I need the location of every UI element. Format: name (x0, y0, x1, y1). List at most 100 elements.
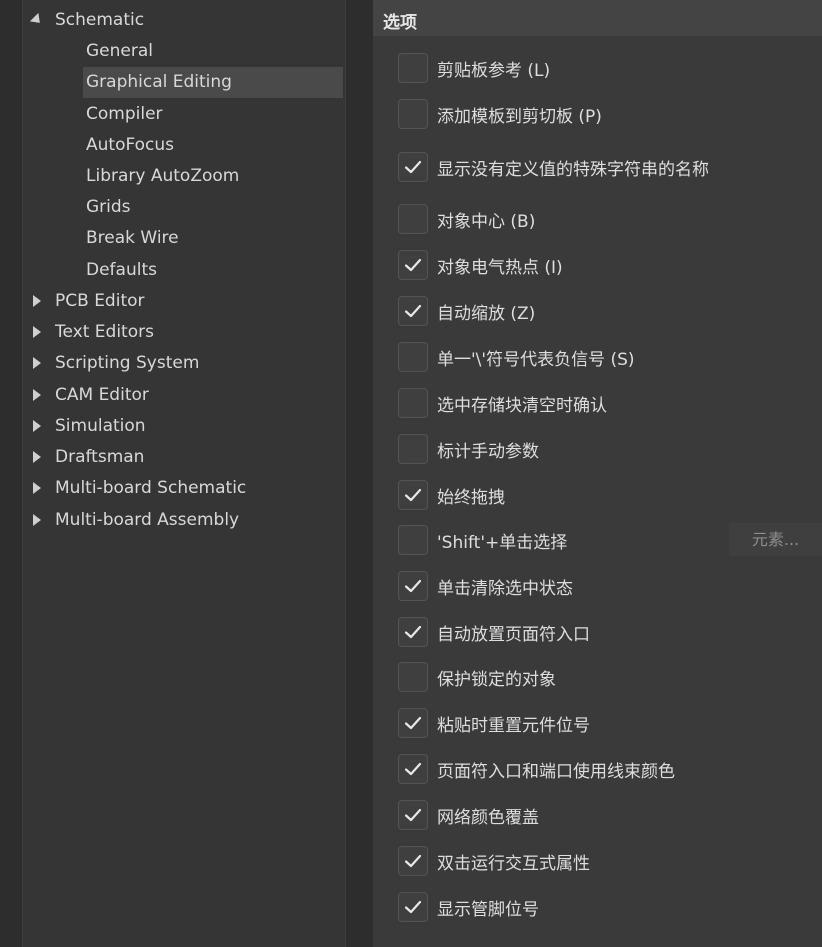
tree-item-label: Compiler (86, 104, 163, 124)
checkmark-icon (404, 579, 422, 593)
checkmark-icon (404, 258, 422, 272)
option-row[interactable]: 单击清除选中状态 (398, 569, 573, 603)
checkbox-checked[interactable] (398, 892, 428, 922)
option-label: 自动放置页面符入口 (437, 624, 590, 645)
option-label: 粘贴时重置元件位号 (437, 715, 590, 736)
tree-item-label: General (86, 41, 153, 61)
checkbox-unchecked[interactable] (398, 342, 428, 372)
checkmark-icon (404, 808, 422, 822)
checkbox-checked[interactable] (398, 800, 428, 830)
collapse-arrow-icon[interactable] (29, 7, 45, 33)
checkbox-unchecked[interactable] (398, 53, 428, 83)
checkbox-checked[interactable] (398, 617, 428, 647)
checkmark-icon (404, 488, 422, 502)
option-row[interactable]: 单一'\'符号代表负信号 (S) (398, 340, 635, 374)
option-label: 'Shift'+单击选择 (437, 532, 568, 553)
option-label: 单一'\'符号代表负信号 (S) (437, 349, 635, 370)
checkbox-unchecked[interactable] (398, 434, 428, 464)
preferences-tree: Schematic General Graphical Editing Comp… (23, 0, 345, 947)
checkmark-icon (404, 854, 422, 868)
tree-item-general[interactable]: General (83, 38, 343, 64)
option-row[interactable]: 添加模板到剪切板 (P) (398, 97, 602, 131)
option-row[interactable]: 网络颜色覆盖 (398, 798, 539, 832)
option-row[interactable]: 粘贴时重置元件位号 (398, 706, 590, 740)
option-label: 保护锁定的对象 (437, 669, 556, 690)
expand-arrow-icon[interactable] (30, 382, 44, 408)
option-row[interactable]: 对象中心 (B) (398, 202, 535, 236)
option-row[interactable]: 显示管脚位号 (398, 890, 539, 924)
option-row[interactable]: 显示没有定义值的特殊字符串的名称 (398, 150, 709, 184)
option-label: 剪贴板参考 (L) (437, 60, 551, 81)
tree-item-scripting-system[interactable]: Scripting System (30, 350, 345, 376)
expand-arrow-icon[interactable] (30, 475, 44, 501)
tree-item-library-autozoom[interactable]: Library AutoZoom (83, 163, 343, 189)
tree-item-compiler[interactable]: Compiler (83, 101, 343, 127)
checkbox-checked[interactable] (398, 571, 428, 601)
option-row[interactable]: 标计手动参数 (398, 432, 539, 466)
tree-item-graphical-editing[interactable]: Graphical Editing (83, 67, 343, 98)
checkbox-unchecked[interactable] (398, 525, 428, 555)
expand-arrow-icon[interactable] (30, 507, 44, 533)
checkbox-unchecked[interactable] (398, 388, 428, 418)
expand-arrow-icon[interactable] (30, 350, 44, 376)
tree-item-label: Multi-board Schematic (55, 478, 247, 498)
checkbox-checked[interactable] (398, 152, 428, 182)
tree-item-text-editors[interactable]: Text Editors (30, 319, 345, 345)
tree-item-schematic[interactable]: Schematic (29, 7, 345, 33)
option-row[interactable]: 选中存储块清空时确认 (398, 386, 607, 420)
tree-item-multi-board-assembly[interactable]: Multi-board Assembly (30, 507, 345, 533)
option-row[interactable]: 自动放置页面符入口 (398, 615, 590, 649)
expand-arrow-icon[interactable] (30, 319, 44, 345)
left-edge-strip (0, 0, 23, 947)
option-label: 双击运行交互式属性 (437, 853, 590, 874)
option-label: 选中存储块清空时确认 (437, 395, 607, 416)
expand-arrow-icon[interactable] (30, 288, 44, 314)
checkbox-checked[interactable] (398, 296, 428, 326)
option-label: 标计手动参数 (437, 441, 539, 462)
tree-item-label: Defaults (86, 260, 157, 280)
option-row[interactable]: 自动缩放 (Z) (398, 294, 535, 328)
expand-arrow-icon[interactable] (30, 413, 44, 439)
section-title: 选项 (383, 13, 417, 33)
tree-item-simulation[interactable]: Simulation (30, 413, 345, 439)
option-label: 对象中心 (B) (437, 211, 536, 232)
tree-item-multi-board-schematic[interactable]: Multi-board Schematic (30, 475, 345, 501)
option-label: 显示管脚位号 (437, 899, 539, 920)
tree-item-label: Schematic (55, 10, 145, 30)
checkbox-checked[interactable] (398, 846, 428, 876)
checkmark-icon (404, 716, 422, 730)
tree-item-label: Library AutoZoom (86, 166, 240, 186)
tree-item-pcb-editor[interactable]: PCB Editor (30, 288, 345, 314)
tree-item-defaults[interactable]: Defaults (83, 257, 343, 283)
option-row[interactable]: 'Shift'+单击选择 (398, 523, 567, 557)
tree-item-cam-editor[interactable]: CAM Editor (30, 382, 345, 408)
options-section-header: 选项 (373, 0, 822, 36)
tree-item-autofocus[interactable]: AutoFocus (83, 132, 343, 158)
checkbox-unchecked[interactable] (398, 99, 428, 129)
option-row[interactable]: 始终拖拽 (398, 478, 505, 512)
expand-arrow-icon[interactable] (30, 444, 44, 470)
tree-item-grids[interactable]: Grids (83, 194, 343, 220)
tree-item-label: Multi-board Assembly (55, 510, 240, 530)
checkbox-checked[interactable] (398, 754, 428, 784)
option-row[interactable]: 双击运行交互式属性 (398, 844, 590, 878)
checkbox-unchecked[interactable] (398, 662, 428, 692)
tree-item-draftsman[interactable]: Draftsman (30, 444, 345, 470)
elements-button[interactable]: 元素... (729, 523, 822, 556)
checkbox-checked[interactable] (398, 480, 428, 510)
tree-item-label: AutoFocus (86, 135, 175, 155)
tree-item-label: CAM Editor (55, 385, 149, 405)
option-label: 单击清除选中状态 (437, 578, 573, 599)
option-row[interactable]: 对象电气热点 (I) (398, 248, 563, 282)
checkbox-checked[interactable] (398, 708, 428, 738)
tree-item-break-wire[interactable]: Break Wire (83, 225, 343, 251)
tree-item-label: Grids (86, 197, 131, 217)
option-row[interactable]: 剪贴板参考 (L) (398, 51, 550, 85)
panel-divider (345, 0, 374, 947)
checkbox-unchecked[interactable] (398, 204, 428, 234)
option-row[interactable]: 保护锁定的对象 (398, 660, 556, 694)
tree-item-label: Text Editors (55, 322, 154, 342)
tree-item-label: Scripting System (55, 353, 200, 373)
checkbox-checked[interactable] (398, 250, 428, 280)
option-row[interactable]: 页面符入口和端口使用线束颜色 (398, 752, 675, 786)
